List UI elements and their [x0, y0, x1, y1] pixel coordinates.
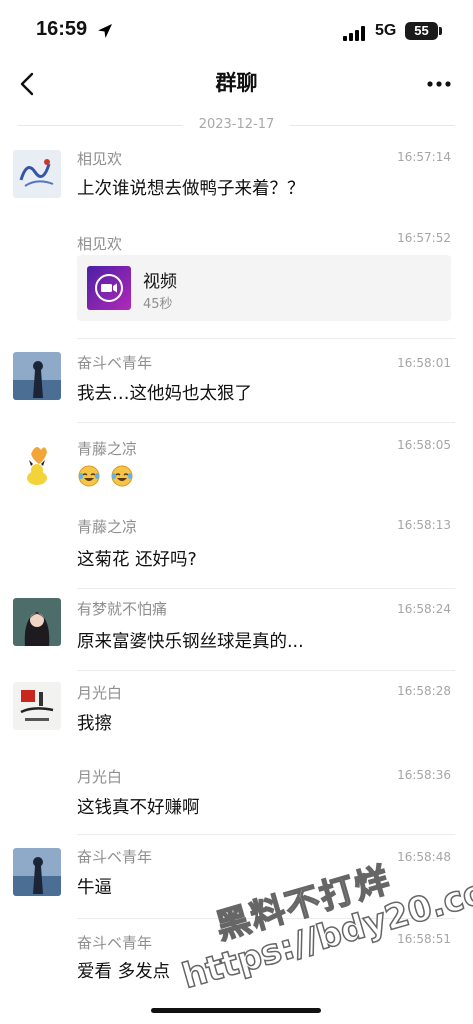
battery-tip: [439, 27, 442, 35]
message-time: 16:58:51: [397, 932, 451, 946]
sender-name: 青藤之凉: [77, 440, 138, 458]
location-arrow-icon: [98, 24, 112, 38]
emoji-row: [77, 464, 137, 488]
status-time: 16:59: [36, 18, 88, 40]
nav-bar: 群聊: [0, 64, 473, 104]
message-time: 16:58:13: [397, 518, 451, 532]
avatar[interactable]: [13, 440, 61, 488]
battery-icon: 55: [405, 22, 438, 40]
message-text: 我擦: [77, 714, 112, 734]
avatar[interactable]: [13, 598, 61, 646]
message-item[interactable]: 奋斗ベ青年 16:58:51 爱看 多发点: [0, 920, 473, 1000]
sender-name: 有梦就不怕痛: [77, 600, 168, 618]
divider: [77, 588, 455, 589]
avatar[interactable]: [13, 848, 61, 896]
page-title: 群聊: [215, 71, 258, 95]
video-thumbnail: [87, 266, 131, 310]
sender-name: 青藤之凉: [77, 518, 138, 536]
sender-name: 相见欢: [77, 150, 123, 168]
network-type: 5G: [375, 22, 397, 39]
divider: [77, 422, 455, 423]
message-text: 牛逼: [77, 878, 112, 898]
message-time: 16:58:05: [397, 438, 451, 452]
message-item[interactable]: 月光白 16:58:36 这钱真不好赚啊: [0, 756, 473, 836]
video-camera-icon: [95, 274, 123, 302]
date-separator: 2023-12-17: [18, 117, 455, 135]
message-text: 这钱真不好赚啊: [77, 798, 200, 818]
message-text: 原来富婆快乐钢丝球是真的...: [77, 632, 304, 652]
message-item[interactable]: 有梦就不怕痛 16:58:24 原来富婆快乐钢丝球是真的...: [0, 590, 473, 670]
message-item[interactable]: 相见欢 16:57:14 上次谁说想去做鸭子来着？？: [0, 140, 473, 225]
divider: [77, 338, 455, 339]
divider: [77, 670, 455, 671]
cellular-signal-icon: [343, 25, 369, 41]
message-time: 16:58:36: [397, 768, 451, 782]
sender-name: 月光白: [77, 684, 123, 702]
message-text: 这菊花 还好吗?: [77, 550, 197, 570]
video-title: 视频: [143, 272, 177, 292]
message-item[interactable]: 奋斗ベ青年 16:58:48 牛逼: [0, 836, 473, 916]
avatar[interactable]: [13, 352, 61, 400]
video-card[interactable]: 视频 45秒: [77, 255, 451, 321]
message-time: 16:58:01: [397, 356, 451, 370]
status-bar: 16:59 5G 55: [0, 0, 473, 64]
message-time: 16:58:48: [397, 850, 451, 864]
divider: [77, 918, 455, 919]
video-duration: 45秒: [143, 297, 173, 312]
sender-name: 相见欢: [77, 235, 123, 253]
divider: [77, 834, 455, 835]
back-button[interactable]: [14, 68, 46, 100]
message-item[interactable]: 月光白 16:58:28 我擦: [0, 672, 473, 752]
avatar[interactable]: [13, 150, 61, 198]
message-time: 16:57:52: [397, 231, 451, 245]
sender-name: 奋斗ベ青年: [77, 934, 153, 952]
message-item[interactable]: 相见欢 16:57:52 视频 45秒: [0, 225, 473, 337]
message-text: 我去…这他妈也太狠了: [77, 384, 252, 404]
message-time: 16:58:28: [397, 684, 451, 698]
sender-name: 月光白: [77, 768, 123, 786]
message-item[interactable]: 青藤之凉 16:58:05: [0, 424, 473, 504]
message-time: 16:58:24: [397, 602, 451, 616]
sender-name: 奋斗ベ青年: [77, 354, 153, 372]
sender-name: 奋斗ベ青年: [77, 848, 153, 866]
more-options-button[interactable]: [423, 70, 455, 98]
message-time: 16:57:14: [397, 150, 451, 164]
home-indicator[interactable]: [151, 1008, 321, 1013]
message-text: 上次谁说想去做鸭子来着？？: [77, 179, 305, 199]
avatar[interactable]: [13, 682, 61, 730]
message-item[interactable]: 奋斗ベ青年 16:58:01 我去…这他妈也太狠了: [0, 340, 473, 422]
laugh-cry-emoji: [111, 465, 133, 487]
message-text: 爱看 多发点: [77, 962, 171, 982]
message-item[interactable]: 青藤之凉 16:58:13 这菊花 还好吗?: [0, 508, 473, 588]
laugh-cry-emoji: [78, 465, 100, 487]
